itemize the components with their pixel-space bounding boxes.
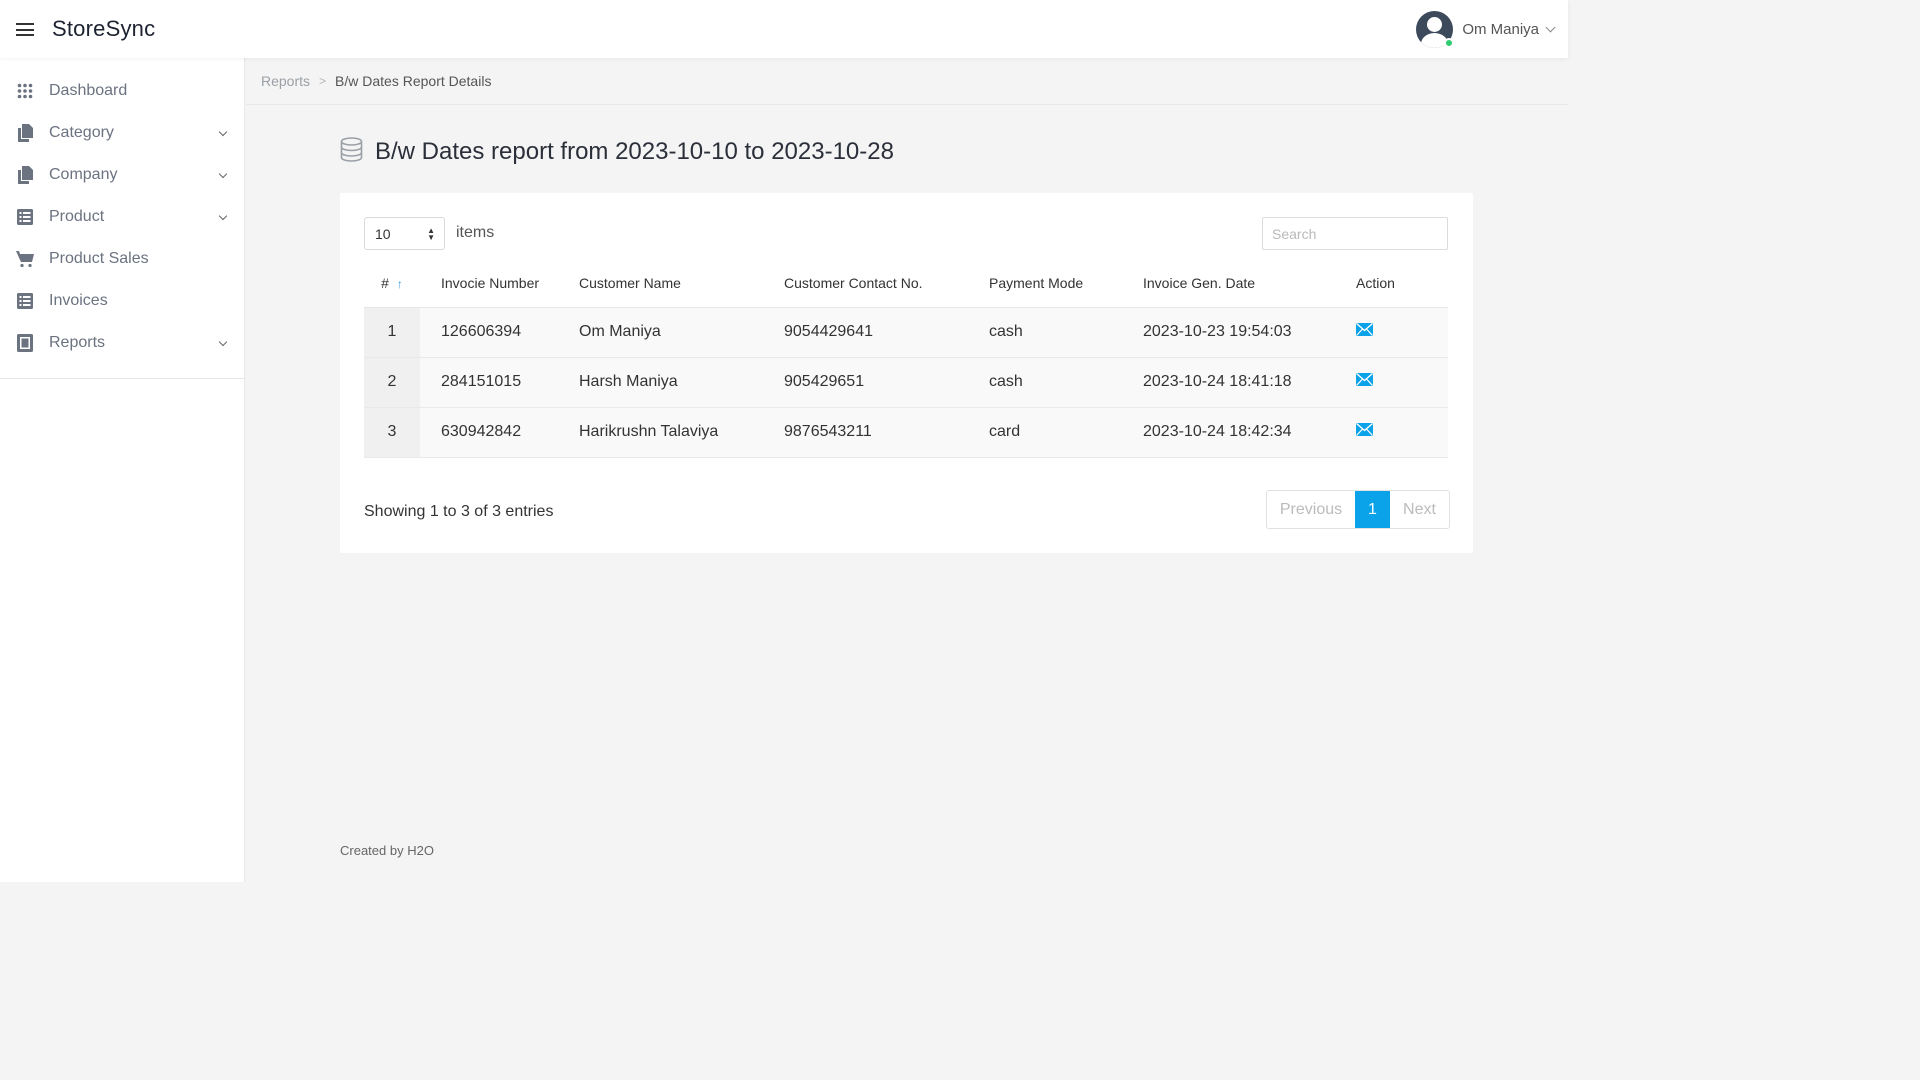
user-name[interactable]: Om Maniya: [1462, 21, 1539, 38]
cell-payment-mode: cash: [989, 357, 1143, 408]
chevron-down-icon: [218, 127, 228, 137]
sidebar-item-label: Product Sales: [49, 250, 149, 267]
sidebar-item-label: Reports: [49, 334, 106, 351]
sidebar-item-label: Dashboard: [49, 82, 128, 99]
cell-action: [1356, 407, 1448, 458]
chevron-down-icon: [218, 211, 228, 221]
pagination: Previous 1 Next: [1266, 490, 1450, 529]
page-length-select[interactable]: 10 ▲ ▼: [364, 217, 445, 250]
sidebar-item-category[interactable]: Category: [0, 112, 244, 154]
report-icon: [16, 334, 34, 352]
database-icon: [340, 137, 363, 167]
copy-icon: [16, 166, 34, 184]
cell-customer-name: Harikrushn Talaviya: [579, 407, 784, 458]
cell-invoice-number: 126606394: [420, 307, 579, 358]
table-row: 1 126606394 Om Maniya 9054429641 cash 20…: [364, 307, 1448, 358]
sidebar-item-product-sales[interactable]: Product Sales: [0, 238, 244, 280]
column-header-customer-name[interactable]: Customer Name: [579, 260, 784, 308]
cell-index: 1: [364, 307, 420, 358]
top-header: StoreSync Om Maniya: [0, 0, 1568, 58]
cell-customer-name: Harsh Maniya: [579, 357, 784, 408]
cell-index: 3: [364, 407, 420, 458]
table-row: 3 630942842 Harikrushn Talaviya 98765432…: [364, 407, 1448, 458]
sidebar-item-label: Company: [49, 166, 118, 183]
cell-contact: 905429651: [784, 357, 989, 408]
sidebar-item-invoices[interactable]: Invoices: [0, 280, 244, 322]
breadcrumb: Reports > B/w Dates Report Details: [246, 58, 1568, 105]
cell-customer-name: Om Maniya: [579, 307, 784, 358]
mail-icon[interactable]: [1356, 372, 1373, 391]
cell-action: [1356, 307, 1448, 358]
cell-contact: 9054429641: [784, 307, 989, 358]
page-length-value: 10: [375, 225, 391, 242]
cell-invoice-date: 2023-10-24 18:41:18: [1143, 357, 1356, 408]
brand-title[interactable]: StoreSync: [52, 16, 155, 42]
grid-icon: [16, 82, 34, 100]
chevron-down-icon: [218, 337, 228, 347]
report-table: # ↑ Invocie Number Customer Name Customer…: [364, 260, 1448, 458]
sort-up-icon[interactable]: ↑: [397, 277, 403, 291]
page-length-label: items: [456, 224, 495, 241]
cart-icon: [16, 250, 34, 268]
page-title-text: B/w Dates report from 2023-10-10 to 2023…: [375, 138, 894, 165]
column-header-invoice-number[interactable]: Invocie Number: [420, 260, 579, 308]
cell-invoice-number: 284151015: [420, 357, 579, 408]
sidebar-item-company[interactable]: Company: [0, 154, 244, 196]
breadcrumb-separator: >: [319, 74, 327, 88]
cell-invoice-date: 2023-10-23 19:54:03: [1143, 307, 1356, 358]
column-header-action: Action: [1356, 260, 1448, 308]
table-info: Showing 1 to 3 of 3 entries: [364, 503, 554, 520]
page-button-current[interactable]: 1: [1355, 491, 1390, 528]
sidebar-item-label: Invoices: [49, 292, 108, 309]
report-card: 10 ▲▼ items #↑ Invocie Number Customer N…: [340, 193, 1473, 553]
next-page-button[interactable]: Next: [1390, 491, 1449, 528]
sidebar-item-dashboard[interactable]: Dashboard: [0, 70, 244, 112]
sidebar-item-label: Product: [49, 208, 105, 225]
mail-icon[interactable]: [1356, 422, 1373, 441]
cell-invoice-number: 630942842: [420, 407, 579, 458]
search-input[interactable]: [1262, 217, 1448, 250]
sidebar-item-label: Category: [49, 124, 114, 141]
column-header-invoice-date[interactable]: Invoice Gen. Date: [1143, 260, 1356, 308]
column-header-index[interactable]: # ↑: [364, 260, 420, 308]
sidebar-item-product[interactable]: Product: [0, 196, 244, 238]
table-header-row: # ↑ Invocie Number Customer Name Customer…: [364, 260, 1448, 308]
sort-arrows-icon: ▲ ▼: [427, 226, 435, 242]
breadcrumb-link-reports[interactable]: Reports: [261, 73, 310, 89]
previous-page-button[interactable]: Previous: [1267, 491, 1355, 528]
cell-action: [1356, 357, 1448, 408]
column-header-payment-mode[interactable]: Payment Mode: [989, 260, 1143, 308]
chevron-down-icon[interactable]: [1545, 22, 1556, 32]
cell-invoice-date: 2023-10-24 18:42:34: [1143, 407, 1356, 458]
table-row: 2 284151015 Harsh Maniya 905429651 cash …: [364, 357, 1448, 408]
user-menu[interactable]: Om Maniya: [1416, 10, 1556, 48]
sidebar-item-reports[interactable]: Reports: [0, 322, 244, 364]
list-icon: [16, 208, 34, 226]
cell-payment-mode: card: [989, 407, 1143, 458]
copy-icon: [16, 124, 34, 142]
cell-payment-mode: cash: [989, 307, 1143, 358]
cell-index: 2: [364, 357, 420, 408]
page-title: B/w Dates report from 2023-10-10 to 2023…: [340, 137, 894, 167]
column-header-contact[interactable]: Customer Contact No.: [784, 260, 989, 308]
footer-credit: Created by H2O: [340, 843, 434, 858]
sidebar-nav: Dashboard Category Company Product Produ…: [0, 58, 244, 379]
cell-contact: 9876543211: [784, 407, 989, 458]
sidebar: Dashboard Category Company Product Produ…: [0, 58, 245, 882]
online-status-dot: [1444, 37, 1455, 48]
mail-icon[interactable]: [1356, 322, 1373, 341]
chevron-down-icon: [218, 169, 228, 179]
breadcrumb-current: B/w Dates Report Details: [335, 73, 492, 89]
menu-toggle-icon[interactable]: [16, 23, 34, 36]
list-icon: [16, 292, 34, 310]
